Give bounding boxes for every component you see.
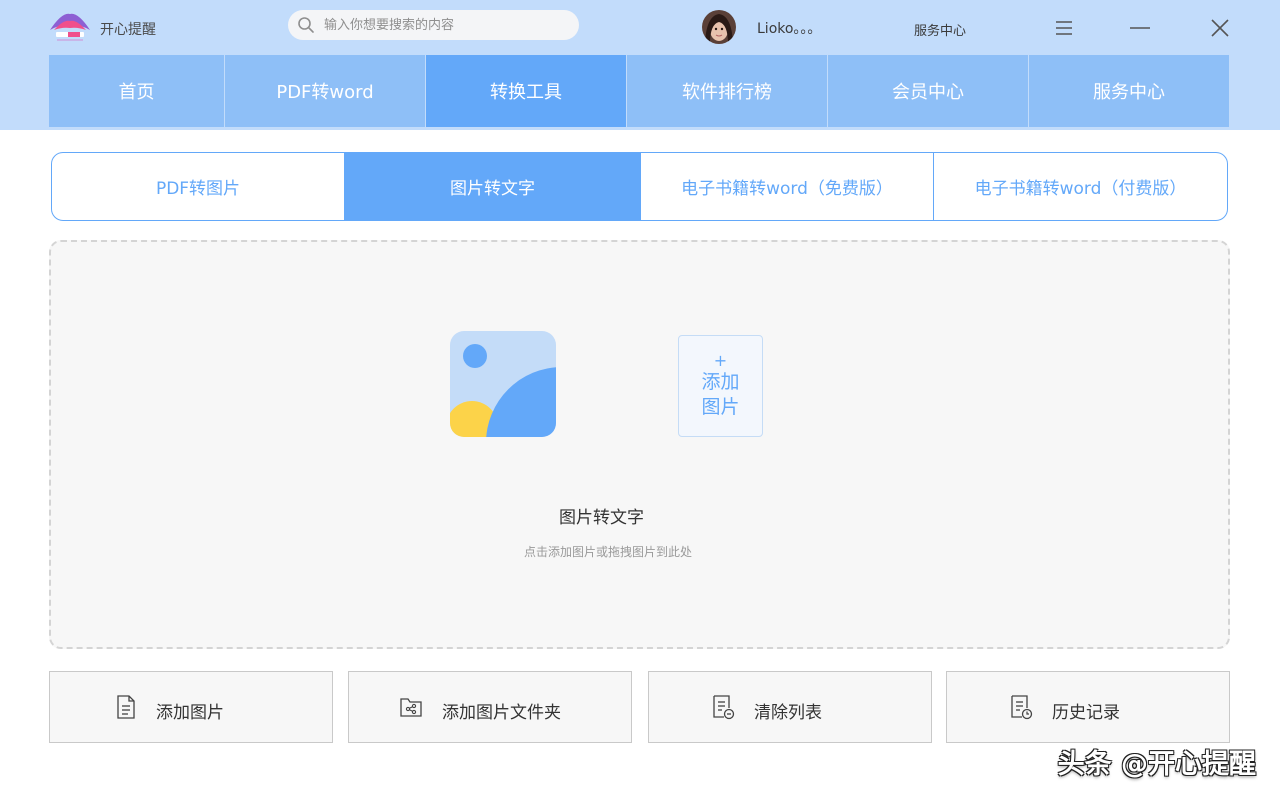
- add-image-folder-button[interactable]: 添加图片文件夹: [348, 671, 632, 743]
- nav-item-convert-tools[interactable]: 转换工具: [426, 55, 627, 127]
- main-nav: 首页 PDF转word 转换工具 软件排行榜 会员中心 服务中心: [49, 55, 1229, 127]
- add-tile-label-1: 添加: [701, 371, 740, 393]
- drop-zone-hint: 点击添加图片或拖拽图片到此处: [523, 545, 692, 559]
- nav-item-label: 转换工具: [490, 82, 562, 103]
- clear-list-icon: [713, 695, 735, 720]
- nav-item-label: 会员中心: [892, 82, 964, 103]
- add-tile-label-2: 图片: [701, 396, 740, 418]
- nav-item-label: 服务中心: [1093, 82, 1165, 103]
- header: 开心提醒 Lioko。。。 服务中心 首页: [0, 0, 1280, 130]
- service-center-link[interactable]: 服务中心: [914, 20, 966, 39]
- username[interactable]: Lioko。。。: [757, 18, 821, 38]
- tab-label: 图片转文字: [450, 179, 535, 199]
- nav-item-home[interactable]: 首页: [49, 55, 225, 127]
- nav-item-label: PDF转word: [276, 82, 374, 103]
- tab-label: 电子书籍转word（付费版）: [974, 179, 1187, 199]
- drop-zone[interactable]: [49, 240, 1230, 649]
- converter-subtabs: PDF转图片 图片转文字 电子书籍转word（免费版） 电子书籍转word（付费…: [51, 152, 1228, 221]
- history-icon: [1011, 695, 1033, 720]
- search-input[interactable]: [324, 10, 569, 40]
- search-icon: [298, 17, 314, 33]
- nav-item-label: 软件排行榜: [682, 82, 772, 103]
- close-icon[interactable]: [1206, 14, 1234, 42]
- image-icon: [450, 331, 556, 437]
- file-icon: [117, 695, 135, 719]
- history-button[interactable]: 历史记录: [946, 671, 1230, 743]
- nav-item-software-ranking[interactable]: 软件排行榜: [627, 55, 828, 127]
- avatar[interactable]: [702, 10, 736, 44]
- nav-item-label: 首页: [118, 82, 155, 103]
- add-image-button[interactable]: 添加图片: [49, 671, 333, 743]
- tab-label: PDF转图片: [155, 179, 241, 199]
- search-box[interactable]: [288, 10, 579, 40]
- add-image-label: 添加图片: [156, 703, 224, 723]
- app-name: 开心提醒: [100, 22, 156, 38]
- watermark: 头条 @开心提醒: [1057, 749, 1256, 780]
- tab-ebook-to-word-free[interactable]: 电子书籍转word（免费版）: [641, 153, 934, 220]
- history-label: 历史记录: [1052, 703, 1120, 723]
- clear-list-label: 清除列表: [754, 703, 822, 723]
- app-logo-icon[interactable]: [48, 10, 92, 46]
- drop-zone-title: 图片转文字: [559, 508, 644, 528]
- nav-item-service-center[interactable]: 服务中心: [1029, 55, 1229, 127]
- add-image-folder-label: 添加图片文件夹: [442, 703, 561, 723]
- nav-item-member-center[interactable]: 会员中心: [828, 55, 1029, 127]
- menu-icon[interactable]: [1050, 14, 1078, 42]
- nav-item-pdf-to-word[interactable]: PDF转word: [225, 55, 426, 127]
- tab-image-to-text[interactable]: 图片转文字: [345, 153, 641, 220]
- folder-icon: [400, 698, 422, 717]
- tab-pdf-to-image[interactable]: PDF转图片: [52, 153, 345, 220]
- tab-label: 电子书籍转word（免费版）: [681, 179, 893, 199]
- add-image-tile[interactable]: + 添加 图片: [678, 335, 763, 437]
- minimize-icon[interactable]: [1126, 14, 1154, 42]
- plus-icon: +: [713, 351, 728, 370]
- tab-ebook-to-word-paid[interactable]: 电子书籍转word（付费版）: [934, 153, 1227, 220]
- clear-list-button[interactable]: 清除列表: [648, 671, 932, 743]
